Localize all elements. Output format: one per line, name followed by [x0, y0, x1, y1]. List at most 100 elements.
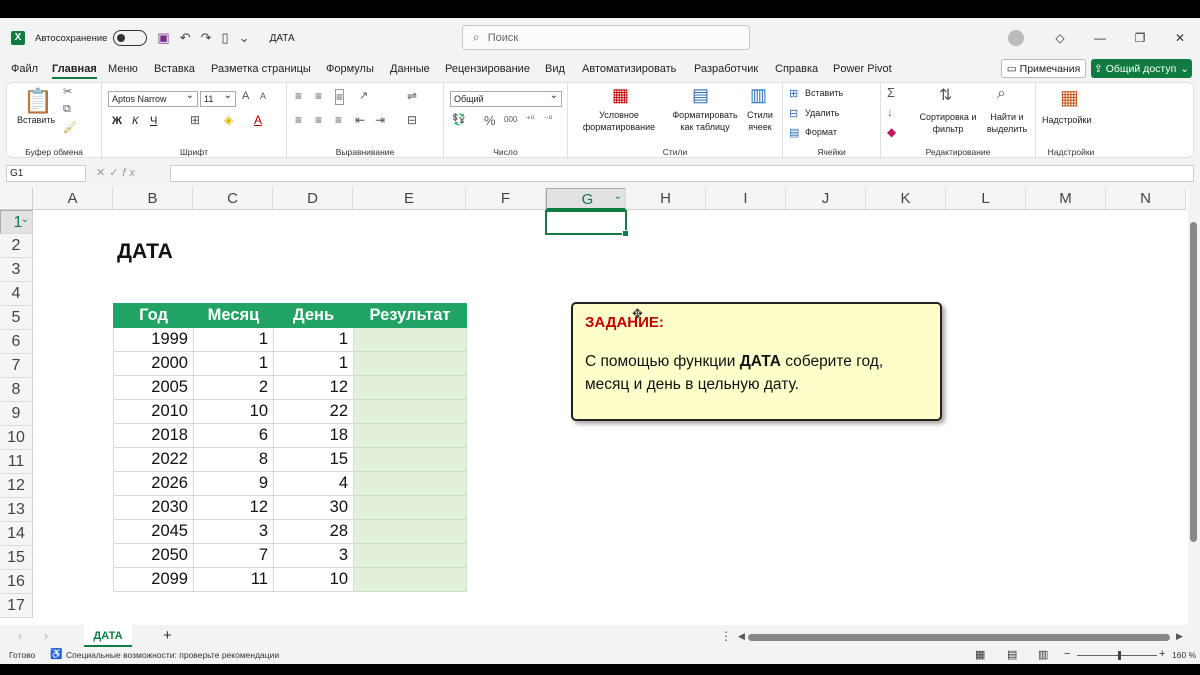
copy-icon[interactable]: ⧉ [63, 103, 71, 116]
row-header-14[interactable]: 14 [0, 522, 33, 546]
cell-result[interactable] [353, 423, 467, 448]
cell-result[interactable] [353, 495, 467, 520]
borders-icon[interactable]: ⊞ [190, 113, 200, 127]
save-icon[interactable]: ▣ [157, 30, 169, 46]
cell-month[interactable]: 1 [193, 351, 274, 376]
increase-font-icon[interactable]: A [242, 90, 249, 102]
tab-view[interactable]: Вид [545, 63, 565, 75]
cell-year[interactable]: 1999 [113, 327, 194, 352]
cell-month[interactable]: 8 [193, 447, 274, 472]
autosum-icon[interactable]: Σ [887, 85, 895, 100]
increase-indent-icon[interactable]: ⇥ [375, 113, 385, 127]
fill-icon[interactable]: ↓ [887, 105, 893, 119]
paste-icon[interactable]: 📋 [23, 87, 53, 116]
zoom-slider[interactable] [1077, 655, 1157, 656]
row-header-10[interactable]: 10 [0, 426, 33, 450]
orientation-icon[interactable]: ↗ [359, 89, 368, 102]
minimize-icon[interactable]: — [1080, 31, 1120, 45]
row-header-5[interactable]: 5 [0, 306, 33, 330]
conditional-format-label[interactable]: Условное форматирование [574, 109, 664, 133]
cell-result[interactable] [353, 519, 467, 544]
row-header-16[interactable]: 16 [0, 570, 33, 594]
merge-center-icon[interactable]: ⊟ [407, 113, 417, 127]
cell-month[interactable]: 3 [193, 519, 274, 544]
formula-input[interactable] [170, 165, 1194, 182]
tab-data[interactable]: Данные [390, 63, 430, 75]
column-header-c[interactable]: C [193, 188, 273, 210]
format-as-table-label[interactable]: Форматировать как таблицу [668, 109, 742, 133]
scroll-right-icon[interactable]: ▶ [1176, 631, 1183, 642]
cell-year[interactable]: 2010 [113, 399, 194, 424]
cell-day[interactable]: 28 [273, 519, 354, 544]
tab-review[interactable]: Рецензирование [445, 63, 530, 75]
cut-icon[interactable]: ✂ [63, 85, 72, 98]
name-box[interactable]: G1 [6, 165, 86, 182]
cell-day[interactable]: 22 [273, 399, 354, 424]
tab-help[interactable]: Справка [775, 63, 818, 75]
row-header-3[interactable]: 3 [0, 258, 33, 282]
task-note[interactable]: ЗАДАНИЕ: С помощью функции ДАТА соберите… [571, 302, 942, 421]
column-header-m[interactable]: M [1026, 188, 1106, 210]
cell-result[interactable] [353, 567, 467, 592]
cell-month[interactable]: 2 [193, 375, 274, 400]
align-top-icon[interactable]: ≡ [295, 89, 302, 103]
bold-icon[interactable]: Ж [112, 115, 122, 127]
row-header-8[interactable]: 8 [0, 378, 33, 402]
fx-icon[interactable]: fx [122, 167, 139, 179]
row-header-7[interactable]: 7 [0, 354, 33, 378]
cell-result[interactable] [353, 375, 467, 400]
column-header-k[interactable]: K [866, 188, 946, 210]
row-header-1[interactable]: 1 [0, 208, 33, 234]
sort-filter-label[interactable]: Сортировка и фильтр [919, 111, 977, 135]
decrease-decimal-icon[interactable]: ⁻⁰ [544, 114, 552, 125]
row-header-9[interactable]: 9 [0, 402, 33, 426]
format-cells-label[interactable]: Формат [805, 126, 837, 138]
accessibility-status[interactable]: Специальные возможности: проверьте реком… [66, 650, 279, 660]
avatar[interactable] [1008, 30, 1024, 46]
column-header-j[interactable]: J [786, 188, 866, 210]
undo-icon[interactable]: ↶ [180, 30, 191, 46]
align-left-icon[interactable]: ≡ [295, 113, 302, 127]
cell-month[interactable]: 1 [193, 327, 274, 352]
close-icon[interactable]: ✕ [1160, 31, 1200, 45]
cell-result[interactable] [353, 543, 467, 568]
horizontal-scroll-thumb[interactable] [748, 634, 1170, 641]
column-header-l[interactable]: L [946, 188, 1026, 210]
thousands-icon[interactable]: 000 [504, 115, 517, 124]
cell-day[interactable]: 12 [273, 375, 354, 400]
worksheet-grid[interactable]: ABCDEFGHIJKLMN 1234567891011121314151617… [0, 188, 1188, 625]
maximize-icon[interactable]: ❐ [1120, 31, 1160, 45]
decrease-indent-icon[interactable]: ⇤ [355, 113, 365, 127]
format-painter-icon[interactable]: 🖌 [63, 121, 77, 134]
cell-year[interactable]: 2000 [113, 351, 194, 376]
tab-power-pivot[interactable]: Power Pivot [833, 63, 892, 75]
header-result[interactable]: Результат [353, 303, 467, 328]
align-right-icon[interactable]: ≡ [335, 113, 342, 127]
column-header-a[interactable]: A [33, 188, 113, 210]
find-select-label[interactable]: Найти и выделить [979, 111, 1035, 135]
customize-qat-icon[interactable]: ⌄ [239, 30, 250, 46]
column-header-n[interactable]: N [1106, 188, 1186, 210]
wrap-text-icon[interactable]: ⇌ [407, 89, 417, 103]
cell-year[interactable]: 2022 [113, 447, 194, 472]
cell-month[interactable]: 6 [193, 423, 274, 448]
tab-home[interactable]: Главная [52, 63, 97, 79]
header-month[interactable]: Месяц [193, 303, 274, 328]
zoom-in-icon[interactable]: + [1159, 648, 1165, 660]
currency-icon[interactable]: 💱 [452, 113, 466, 126]
decrease-font-icon[interactable]: A [260, 91, 266, 101]
autosave-toggle[interactable] [113, 30, 148, 46]
zoom-slider-handle[interactable] [1118, 651, 1121, 660]
add-sheet-icon[interactable]: + [163, 627, 172, 644]
font-color-icon[interactable]: A [254, 113, 262, 127]
format-as-table-icon[interactable]: ▤ [692, 85, 709, 106]
zoom-out-icon[interactable]: − [1064, 648, 1070, 660]
tab-file[interactable]: Файл [11, 63, 38, 75]
enter-icon[interactable]: ✓ [109, 167, 122, 179]
cell-result[interactable] [353, 471, 467, 496]
diamond-icon[interactable]: ◇ [1040, 31, 1080, 45]
column-header-g[interactable]: G [546, 188, 626, 210]
column-header-b[interactable]: B [113, 188, 193, 210]
document-name[interactable]: ДАТА [270, 33, 295, 44]
cell-day[interactable]: 10 [273, 567, 354, 592]
